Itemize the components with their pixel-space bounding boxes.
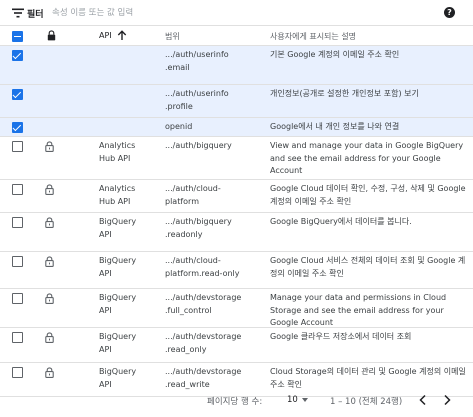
help-icon[interactable]: ? — [444, 7, 455, 18]
lock-icon — [47, 30, 56, 41]
scope-value: .../auth/cloud- platform.read-only — [165, 256, 240, 278]
api-name: BigQuery API — [99, 293, 137, 315]
column-header-api[interactable]: API — [99, 31, 112, 40]
table-header: API 범위 사용자에게 표시되는 설명 — [0, 26, 473, 46]
scope-description: Google BigQuery에서 데이터를 봅니다. — [270, 217, 412, 226]
table-row[interactable]: Analytics Hub API .../auth/cloud- platfor… — [0, 180, 473, 213]
api-name: BigQuery API — [99, 217, 137, 239]
select-all-checkbox[interactable] — [12, 31, 23, 42]
row-checkbox[interactable] — [12, 293, 23, 304]
scope-description: View and manage your data in Google BigQ… — [270, 141, 464, 175]
scope-value: .../auth/devstorage .read_only — [165, 332, 242, 354]
column-header-scope: 범위 — [165, 32, 180, 41]
table-row[interactable]: openid Google에서 내 개인 정보를 나와 연결 — [0, 118, 473, 137]
lock-icon — [45, 141, 54, 152]
scope-description: 기본 Google 계정의 이메일 주소 확인 — [270, 50, 400, 59]
page-range: 1 – 10 (전체 24행) — [330, 397, 403, 407]
table-row[interactable]: BigQuery API .../auth/bigquery .readonly G… — [0, 213, 473, 252]
scope-description: Google에서 내 개인 정보를 나와 연결 — [270, 122, 400, 131]
row-checkbox[interactable] — [12, 122, 23, 133]
scope-value: .../auth/userinfo .email — [165, 50, 229, 72]
scope-value: .../auth/devstorage .full_control — [165, 293, 242, 315]
rows-per-page-select[interactable]: 10 — [287, 395, 298, 405]
column-header-description: 사용자에게 표시되는 설명 — [270, 32, 357, 41]
table-row[interactable]: Analytics Hub API .../auth/bigquery View a… — [0, 137, 473, 180]
chevron-left-icon[interactable] — [418, 394, 428, 406]
scope-value: .../auth/cloud- platform — [165, 184, 221, 206]
table-row[interactable]: .../auth/userinfo .email 기본 Google 계정의 이메… — [0, 46, 473, 85]
arrow-up-icon[interactable] — [117, 30, 127, 41]
scope-description: Google 클라우드 저장소에서 데이터 조회 — [270, 332, 412, 341]
filter-label: 필터 — [27, 10, 44, 20]
pagination: 페이지당 행 수: 10 1 – 10 (전체 24행) — [0, 387, 473, 417]
scope-description: Google Cloud 서비스 전체의 데이터 조회 및 Google 계정의… — [270, 256, 466, 278]
scope-description: Google Cloud 데이터 확인, 수정, 구성, 삭제 및 Google… — [270, 184, 466, 206]
caret-down-icon[interactable] — [302, 398, 308, 402]
rows-per-page-label: 페이지당 행 수: — [207, 397, 263, 407]
filter-input[interactable] — [52, 4, 412, 22]
scope-description: Manage your data and permissions in Clou… — [270, 293, 447, 327]
lock-icon — [45, 184, 54, 195]
scope-value: .../auth/bigquery — [165, 141, 232, 150]
table-row[interactable]: BigQuery API .../auth/devstorage .read_on… — [0, 328, 473, 363]
chevron-right-icon[interactable] — [442, 394, 452, 406]
table-row[interactable]: BigQuery API .../auth/devstorage .full_co… — [0, 289, 473, 328]
scope-value: openid — [165, 122, 193, 131]
lock-icon — [45, 293, 54, 304]
row-checkbox[interactable] — [12, 141, 23, 152]
row-checkbox[interactable] — [12, 367, 23, 378]
scope-value: .../auth/bigquery .readonly — [165, 217, 232, 239]
row-checkbox[interactable] — [12, 256, 23, 267]
lock-icon — [45, 332, 54, 343]
row-checkbox[interactable] — [12, 332, 23, 343]
row-checkbox[interactable] — [12, 217, 23, 228]
lock-icon — [45, 217, 54, 228]
filter-bar: 필터 ? — [0, 0, 473, 26]
lock-icon — [45, 367, 54, 378]
api-name: Analytics Hub API — [99, 184, 136, 206]
filter-icon[interactable] — [12, 8, 24, 18]
row-checkbox[interactable] — [12, 50, 23, 61]
table-row[interactable]: .../auth/userinfo .profile 개인정보(공개로 설정한 개… — [0, 85, 473, 118]
scope-value: .../auth/userinfo .profile — [165, 89, 229, 111]
row-checkbox[interactable] — [12, 184, 23, 195]
api-name: Analytics Hub API — [99, 141, 136, 163]
api-name: BigQuery API — [99, 332, 137, 354]
row-checkbox[interactable] — [12, 89, 23, 100]
lock-icon — [45, 256, 54, 267]
api-name: BigQuery API — [99, 256, 137, 278]
scope-description: 개인정보(공개로 설정한 개인정보 포함) 보기 — [270, 89, 419, 98]
table-row[interactable]: BigQuery API .../auth/cloud- platform.rea… — [0, 252, 473, 289]
